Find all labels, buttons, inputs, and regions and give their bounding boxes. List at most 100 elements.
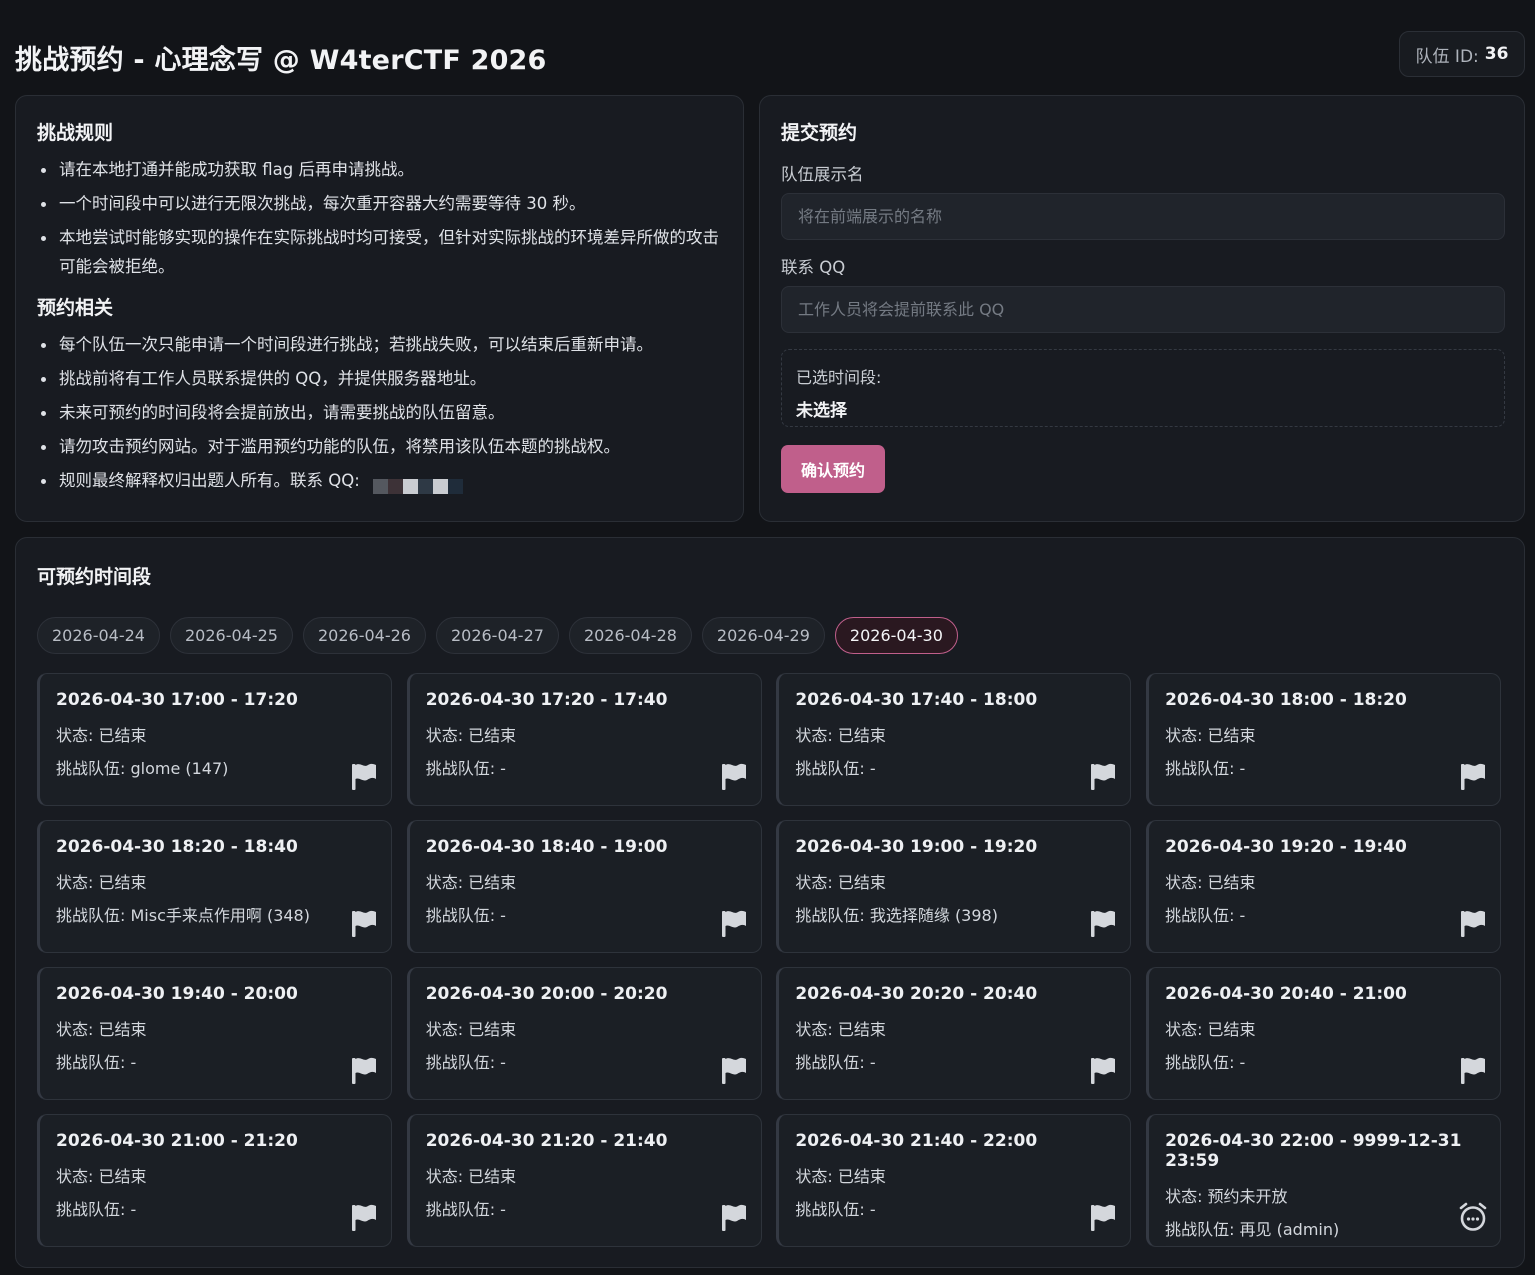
slot-team: 挑战队伍: - <box>1165 1053 1246 1072</box>
date-tabs: 2026-04-24 2026-04-25 2026-04-26 2026-04… <box>37 617 1504 654</box>
flag-icon <box>1459 761 1487 791</box>
slot-status: 状态: 已结束 <box>425 873 517 892</box>
slot-time: 2026-04-30 17:40 - 18:00 <box>795 690 1038 710</box>
slot-time: 2026-04-30 18:40 - 19:00 <box>425 837 668 857</box>
rules-title: 挑战规则 <box>37 122 114 144</box>
slot-status: 状态: 已结束 <box>425 1167 517 1186</box>
slot-status: 状态: 已结束 <box>1165 873 1256 892</box>
flag-icon <box>1089 761 1117 791</box>
confirm-booking-button[interactable]: 确认预约 <box>781 445 885 493</box>
team-name-label: 队伍展示名 <box>781 165 864 184</box>
slot-time: 2026-04-30 20:20 - 20:40 <box>795 984 1038 1004</box>
tab-date[interactable]: 2026-04-24 <box>37 617 160 654</box>
team-id-badge: 队伍 ID: 36 <box>1399 31 1525 77</box>
slot-team: 挑战队伍: - <box>425 1200 506 1219</box>
time-slot-card[interactable]: 2026-04-30 17:40 - 18:00 状态: 已结束 挑战队伍: - <box>776 673 1132 806</box>
qq-input[interactable] <box>781 286 1505 333</box>
slot-team: 挑战队伍: glome (147) <box>56 759 229 778</box>
slot-status: 状态: 已结束 <box>795 1020 886 1039</box>
tab-date-active[interactable]: 2026-04-30 <box>834 617 958 654</box>
slot-status: 状态: 已结束 <box>425 1020 517 1039</box>
flag-icon <box>1459 1055 1487 1085</box>
slot-status: 状态: 已结束 <box>1165 1020 1256 1039</box>
slot-time: 2026-04-30 20:00 - 20:20 <box>425 984 668 1004</box>
slot-team: 挑战队伍: - <box>795 1053 876 1072</box>
slot-time: 2026-04-30 20:40 - 21:00 <box>1165 984 1407 1004</box>
slot-time: 2026-04-30 17:20 - 17:40 <box>425 690 668 710</box>
rules-list: 请在本地打通并能成功获取 flag 后再申请挑战。 一个时间段中可以进行无限次挑… <box>37 155 723 281</box>
flag-icon <box>350 1055 378 1085</box>
time-slot-card[interactable]: 2026-04-30 18:00 - 18:20 状态: 已结束 挑战队伍: - <box>1146 673 1502 806</box>
flag-icon <box>350 908 378 938</box>
slot-time: 2026-04-30 21:40 - 22:00 <box>795 1131 1038 1151</box>
team-name-input[interactable] <box>781 193 1505 240</box>
qq-label: 联系 QQ <box>781 258 846 277</box>
time-slot-card[interactable]: 2026-04-30 20:40 - 21:00 状态: 已结束 挑战队伍: - <box>1146 967 1502 1100</box>
time-slot-card[interactable]: 2026-04-30 17:20 - 17:40 状态: 已结束 挑战队伍: - <box>406 673 762 806</box>
time-slot-card[interactable]: 2026-04-30 21:20 - 21:40 状态: 已结束 挑战队伍: - <box>406 1114 762 1247</box>
booking-rules-list: 每个队伍一次只能申请一个时间段进行挑战；若挑战失败，可以结束后重新申请。 挑战前… <box>37 330 723 495</box>
slot-status: 状态: 已结束 <box>795 726 886 745</box>
time-slot-card[interactable]: 2026-04-30 19:20 - 19:40 状态: 已结束 挑战队伍: - <box>1146 820 1502 953</box>
slot-time: 2026-04-30 21:00 - 21:20 <box>56 1131 298 1151</box>
slot-team: 挑战队伍: - <box>1165 759 1246 778</box>
slot-team: 挑战队伍: - <box>1165 906 1246 925</box>
flag-icon <box>350 761 378 791</box>
slot-team: 挑战队伍: 再见 (admin) <box>1165 1220 1340 1239</box>
slot-status: 状态: 已结束 <box>56 1020 147 1039</box>
slot-team: 挑战队伍: - <box>425 759 506 778</box>
time-slot-card[interactable]: 2026-04-30 20:00 - 20:20 状态: 已结束 挑战队伍: - <box>406 967 762 1100</box>
flag-icon <box>1459 908 1487 938</box>
time-slot-card[interactable]: 2026-04-30 19:40 - 20:00 状态: 已结束 挑战队伍: - <box>37 967 392 1100</box>
time-slot-card[interactable]: 2026-04-30 17:00 - 17:20 状态: 已结束挑战队伍: glo… <box>37 673 392 806</box>
slot-team: 挑战队伍: - <box>795 759 876 778</box>
slot-status: 状态: 已结束 <box>56 726 147 745</box>
team-id-value: 36 <box>1484 44 1509 64</box>
time-slot-card[interactable]: 2026-04-30 22:00 - 9999-12-31 23:59 状态: 预… <box>1146 1114 1502 1247</box>
booking-rule-item: 挑战前将有工作人员联系提供的 QQ，并提供服务器地址。 <box>37 364 723 393</box>
tab-date[interactable]: 2026-04-25 <box>169 617 293 654</box>
slot-team: 挑战队伍: Misc手来点作用啊 (348) <box>56 906 310 925</box>
submit-title: 提交预约 <box>781 122 858 144</box>
page-title: 挑战预约 - 心理念写 @ W4terCTF 2026 <box>15 45 547 76</box>
slot-team: 挑战队伍: - <box>795 1200 876 1219</box>
booking-rule-item: 未来可预约的时间段将会提前放出，请需要挑战的队伍留意。 <box>37 398 723 427</box>
tab-date[interactable]: 2026-04-27 <box>435 617 559 654</box>
time-slot-card[interactable]: 2026-04-30 21:40 - 22:00 状态: 已结束 挑战队伍: - <box>776 1114 1132 1247</box>
time-slot-card[interactable]: 2026-04-30 21:00 - 21:20 状态: 已结束 挑战队伍: - <box>37 1114 392 1247</box>
slot-team: 挑战队伍: - <box>425 906 506 925</box>
selected-slot-box: 已选时间段: 未选择 <box>781 349 1505 427</box>
slot-status: 状态: 已结束 <box>795 873 886 892</box>
slot-team: 挑战队伍: 我选择随缘 (398) <box>795 906 998 925</box>
redacted-qq-image <box>373 474 464 494</box>
time-slot-card[interactable]: 2026-04-30 19:00 - 19:20 状态: 已结束 挑战队伍: 我选择… <box>776 820 1132 953</box>
tab-date[interactable]: 2026-04-26 <box>302 617 426 654</box>
slot-time: 2026-04-30 21:20 - 21:40 <box>425 1131 668 1151</box>
slot-team: 挑战队伍: - <box>56 1053 137 1072</box>
time-slot-card[interactable]: 2026-04-30 18:40 - 19:00 状态: 已结束 挑战队伍: - <box>406 820 762 953</box>
slot-status: 状态: 已结束 <box>56 1167 147 1186</box>
booking-rule-item: 每个队伍一次只能申请一个时间段进行挑战；若挑战失败，可以结束后重新申请。 <box>37 330 723 359</box>
flag-icon <box>1089 908 1117 938</box>
flag-icon <box>720 761 748 791</box>
rules-panel: 挑战规则 请在本地打通并能成功获取 flag 后再申请挑战。 一个时间段中可以进… <box>15 95 744 522</box>
time-slot-card[interactable]: 2026-04-30 20:20 - 20:40 状态: 已结束 挑战队伍: - <box>776 967 1132 1100</box>
slot-time: 2026-04-30 19:40 - 20:00 <box>56 984 298 1004</box>
selected-slot-value: 未选择 <box>796 401 847 421</box>
flag-icon <box>720 1202 748 1232</box>
slot-time: 2026-04-30 19:20 - 19:40 <box>1165 837 1407 857</box>
flag-icon <box>1089 1202 1117 1232</box>
rule-item: 本地尝试时能够实现的操作在实际挑战时均可接受，但针对实际挑战的环境差异所做的攻击… <box>37 223 723 281</box>
team-id-label: 队伍 ID: <box>1415 46 1479 67</box>
tab-date[interactable]: 2026-04-28 <box>568 617 692 654</box>
slot-time: 2026-04-30 17:00 - 17:20 <box>56 690 298 710</box>
rule-item: 一个时间段中可以进行无限次挑战，每次重开容器大约需要等待 30 秒。 <box>37 189 723 218</box>
slot-time: 2026-04-30 18:20 - 18:40 <box>56 837 298 857</box>
slot-status: 状态: 已结束 <box>56 873 147 892</box>
slot-time: 2026-04-30 22:00 - 9999-12-31 23:59 <box>1165 1131 1462 1171</box>
flag-icon <box>720 1055 748 1085</box>
time-slot-card[interactable]: 2026-04-30 18:20 - 18:40 状态: 已结束挑战队伍: Mis… <box>37 820 392 953</box>
flag-icon <box>1089 1055 1117 1085</box>
flag-icon <box>720 908 748 938</box>
tab-date[interactable]: 2026-04-29 <box>701 617 825 654</box>
